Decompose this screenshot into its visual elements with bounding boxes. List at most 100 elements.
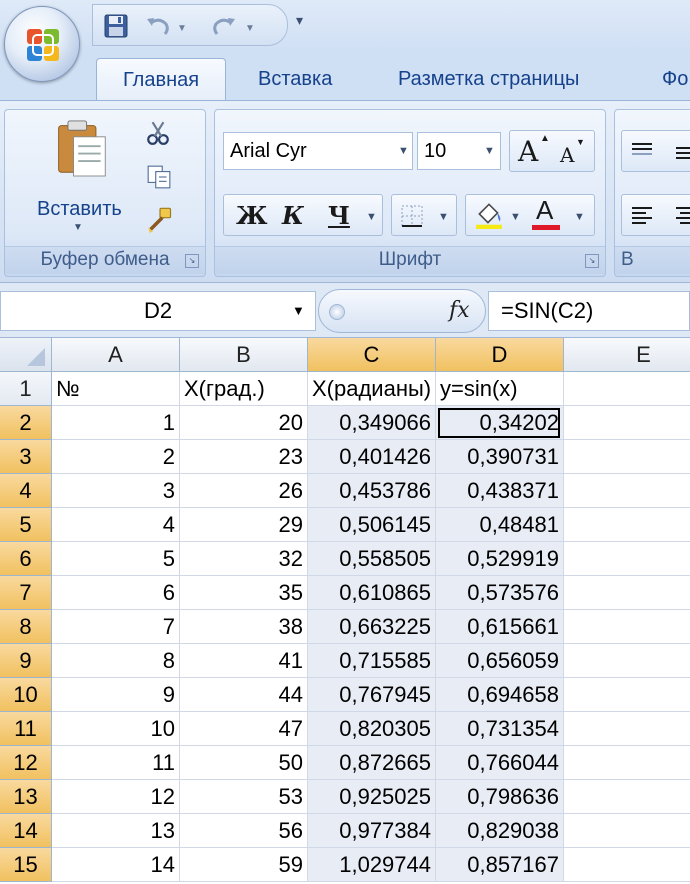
undo-icon[interactable] [145,13,171,39]
font-color-dropdown-icon[interactable]: ▼ [574,211,585,223]
tab-home[interactable]: Главная [96,58,226,104]
row-header-7[interactable]: 7 [0,576,52,610]
cell-d8[interactable]: 0,615661 [436,610,564,644]
font-name-dropdown-icon[interactable]: ▼ [398,145,409,157]
cell-c15[interactable]: 1,029744 [308,848,436,882]
customize-qat-icon[interactable]: ▾ [296,12,303,29]
font-size-dropdown-icon[interactable]: ▼ [484,145,495,157]
redo-icon[interactable] [211,13,237,39]
font-name-combobox[interactable]: Arial Cyr ▼ [223,132,413,170]
column-header-c[interactable]: C [308,338,436,372]
tab-insert[interactable]: Вставка [258,68,332,91]
cell-d11[interactable]: 0,731354 [436,712,564,746]
cell-a7[interactable]: 6 [52,576,180,610]
cell-c10[interactable]: 0,767945 [308,678,436,712]
undo-dropdown-icon[interactable]: ▼ [177,23,187,34]
align-center-icon[interactable] [674,204,690,228]
cell-b14[interactable]: 56 [180,814,308,848]
name-box-dropdown-icon[interactable]: ▼ [292,303,305,318]
cell-e8[interactable] [564,610,690,644]
cell-a9[interactable]: 8 [52,644,180,678]
cut-icon[interactable] [145,120,171,146]
cell-d9[interactable]: 0,656059 [436,644,564,678]
cell-a3[interactable]: 2 [52,440,180,474]
row-header-3[interactable]: 3 [0,440,52,474]
cell-a5[interactable]: 4 [52,508,180,542]
cell-b2[interactable]: 20 [180,406,308,440]
cell-b9[interactable]: 41 [180,644,308,678]
cell-e3[interactable] [564,440,690,474]
paste-button[interactable]: Вставить ▼ [25,118,135,233]
column-header-e[interactable]: E [564,338,690,372]
cell-c2[interactable]: 0,349066 [308,406,436,440]
format-painter-icon[interactable] [145,206,175,234]
cell-d4[interactable]: 0,438371 [436,474,564,508]
cell-e7[interactable] [564,576,690,610]
cell-c13[interactable]: 0,925025 [308,780,436,814]
cell-a2[interactable]: 1 [52,406,180,440]
cell-d1[interactable]: y=sin(x) [436,372,564,406]
row-header-2[interactable]: 2 [0,406,52,440]
cell-c4[interactable]: 0,453786 [308,474,436,508]
cell-c9[interactable]: 0,715585 [308,644,436,678]
cell-e12[interactable] [564,746,690,780]
row-header-4[interactable]: 4 [0,474,52,508]
cell-b1[interactable]: X(град.) [180,372,308,406]
cell-c3[interactable]: 0,401426 [308,440,436,474]
cell-b4[interactable]: 26 [180,474,308,508]
cell-d15[interactable]: 0,857167 [436,848,564,882]
cell-b10[interactable]: 44 [180,678,308,712]
row-header-12[interactable]: 12 [0,746,52,780]
cell-a14[interactable]: 13 [52,814,180,848]
select-all-button[interactable] [0,338,52,372]
underline-button[interactable]: Ч [328,201,350,230]
cell-e5[interactable] [564,508,690,542]
cell-a11[interactable]: 10 [52,712,180,746]
cell-c11[interactable]: 0,820305 [308,712,436,746]
name-box[interactable]: D2 [0,291,316,331]
cell-e10[interactable] [564,678,690,712]
cell-c7[interactable]: 0,610865 [308,576,436,610]
formula-bar-resize-handle[interactable] [329,304,345,320]
cell-b6[interactable]: 32 [180,542,308,576]
cell-e1[interactable] [564,372,690,406]
column-header-a[interactable]: A [52,338,180,372]
cell-a10[interactable]: 9 [52,678,180,712]
cell-a1[interactable]: № [52,372,180,406]
cell-e9[interactable] [564,644,690,678]
cell-e4[interactable] [564,474,690,508]
cell-b13[interactable]: 53 [180,780,308,814]
cell-d2[interactable]: 0,34202 [436,406,564,440]
cell-c8[interactable]: 0,663225 [308,610,436,644]
cell-e15[interactable] [564,848,690,882]
insert-function-icon[interactable]: fx [449,298,470,323]
cell-e2[interactable] [564,406,690,440]
cell-c14[interactable]: 0,977384 [308,814,436,848]
clipboard-launcher-icon[interactable]: ↘ [185,254,199,268]
row-header-9[interactable]: 9 [0,644,52,678]
paste-dropdown-icon[interactable]: ▼ [73,222,83,233]
cell-b7[interactable]: 35 [180,576,308,610]
cell-e6[interactable] [564,542,690,576]
cell-e13[interactable] [564,780,690,814]
cell-a15[interactable]: 14 [52,848,180,882]
cell-c1[interactable]: X(радианы) [308,372,436,406]
cell-a6[interactable]: 5 [52,542,180,576]
cell-d5[interactable]: 0,48481 [436,508,564,542]
shrink-font-button[interactable]: A [560,143,574,167]
cell-d10[interactable]: 0,694658 [436,678,564,712]
row-header-8[interactable]: 8 [0,610,52,644]
row-header-10[interactable]: 10 [0,678,52,712]
cell-d14[interactable]: 0,829038 [436,814,564,848]
cell-a13[interactable]: 12 [52,780,180,814]
row-header-15[interactable]: 15 [0,848,52,882]
borders-dropdown-icon[interactable]: ▼ [438,211,449,223]
cell-b15[interactable]: 59 [180,848,308,882]
row-header-5[interactable]: 5 [0,508,52,542]
grow-font-button[interactable]: A [518,135,538,168]
align-top-icon[interactable] [630,140,654,164]
italic-button[interactable]: К [282,201,304,230]
fill-color-icon[interactable] [474,199,504,229]
font-color-button[interactable]: A [536,195,553,226]
underline-dropdown-icon[interactable]: ▼ [366,211,377,223]
